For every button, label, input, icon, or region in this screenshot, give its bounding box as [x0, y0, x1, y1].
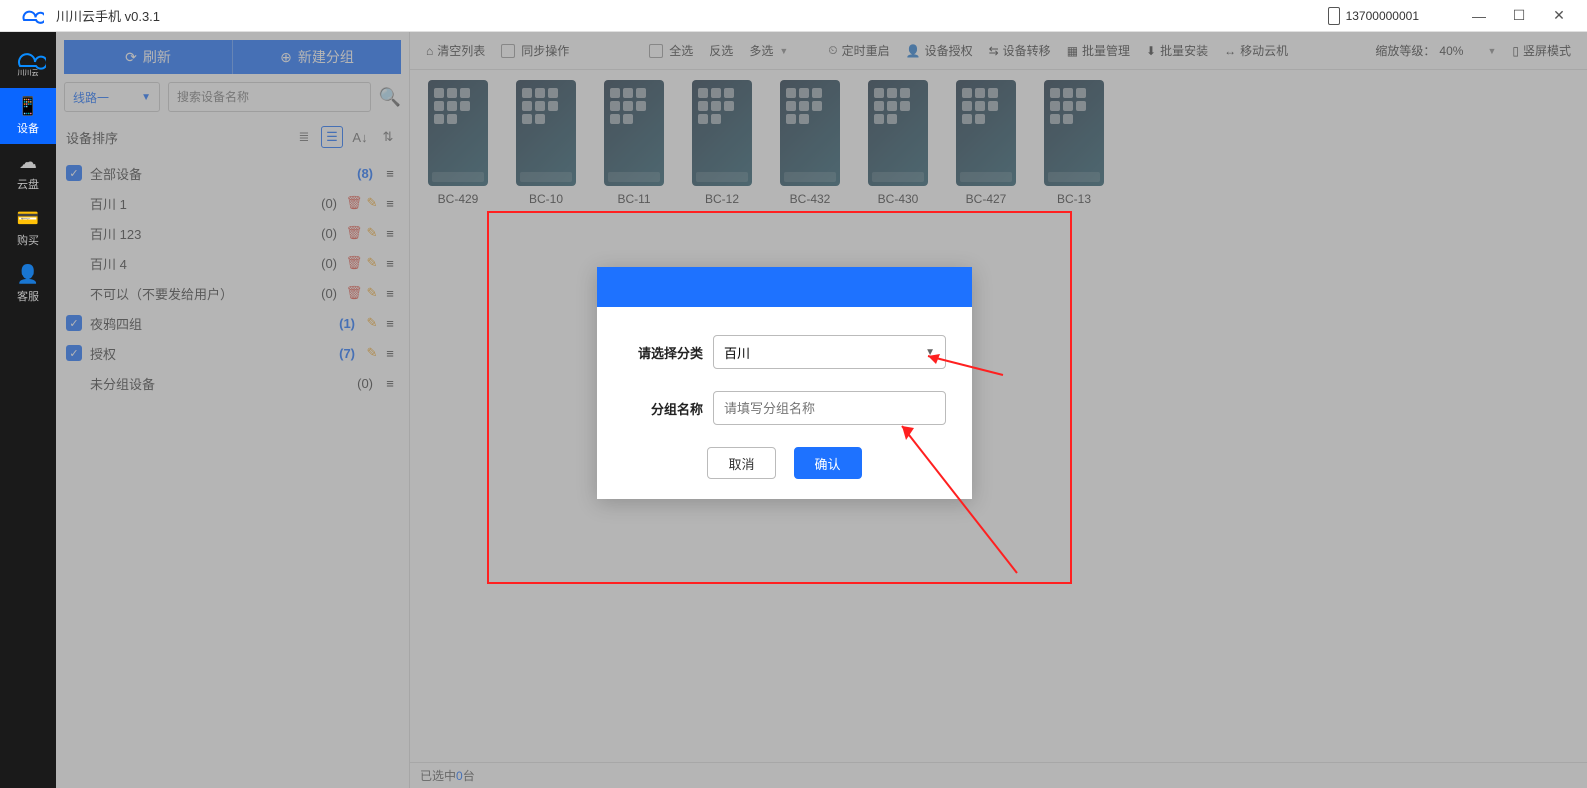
rail-icon: 💳: [17, 208, 39, 229]
titlebar: 川川云手机 v0.3.1 13700000001 — ☐ ✕: [0, 0, 1587, 32]
app-title: 川川云手机 v0.3.1: [56, 6, 160, 25]
rail-label: 设备: [17, 120, 39, 136]
close-button[interactable]: ✕: [1539, 7, 1579, 24]
rail-item-客服[interactable]: 👤 客服: [0, 256, 56, 312]
maximize-button[interactable]: ☐: [1499, 7, 1539, 24]
new-group-dialog: 请选择分类 百川 ▼ 分组名称 取消 确认: [597, 267, 972, 499]
category-select[interactable]: 百川 ▼: [713, 335, 946, 369]
rail-label: 购买: [17, 232, 39, 248]
rail-label: 客服: [17, 288, 39, 304]
account-phone: 13700000001: [1346, 9, 1419, 23]
rail-item-设备[interactable]: 📱 设备: [0, 88, 56, 144]
cancel-button[interactable]: 取消: [707, 447, 775, 479]
group-name-label: 分组名称: [623, 399, 703, 418]
category-label: 请选择分类: [623, 343, 703, 362]
confirm-button[interactable]: 确认: [794, 447, 862, 479]
rail-label: 云盘: [17, 176, 39, 192]
dialog-header: [597, 267, 972, 307]
chevron-down-icon: ▼: [925, 347, 935, 358]
group-name-input[interactable]: [713, 391, 946, 425]
rail-icon: 👤: [17, 264, 39, 285]
rail-item-购买[interactable]: 💳 购买: [0, 200, 56, 256]
phone-icon: [1328, 7, 1340, 25]
app-logo-icon: [8, 6, 52, 26]
rail-logo-icon: 川川云: [10, 42, 46, 78]
svg-text:川川云: 川川云: [18, 69, 39, 77]
nav-rail: 川川云 📱 设备 ☁ 云盘 💳 购买 👤 客服: [0, 32, 56, 788]
rail-icon: ☁: [19, 152, 37, 173]
minimize-button[interactable]: —: [1459, 8, 1499, 24]
rail-item-云盘[interactable]: ☁ 云盘: [0, 144, 56, 200]
rail-icon: 📱: [17, 96, 39, 117]
